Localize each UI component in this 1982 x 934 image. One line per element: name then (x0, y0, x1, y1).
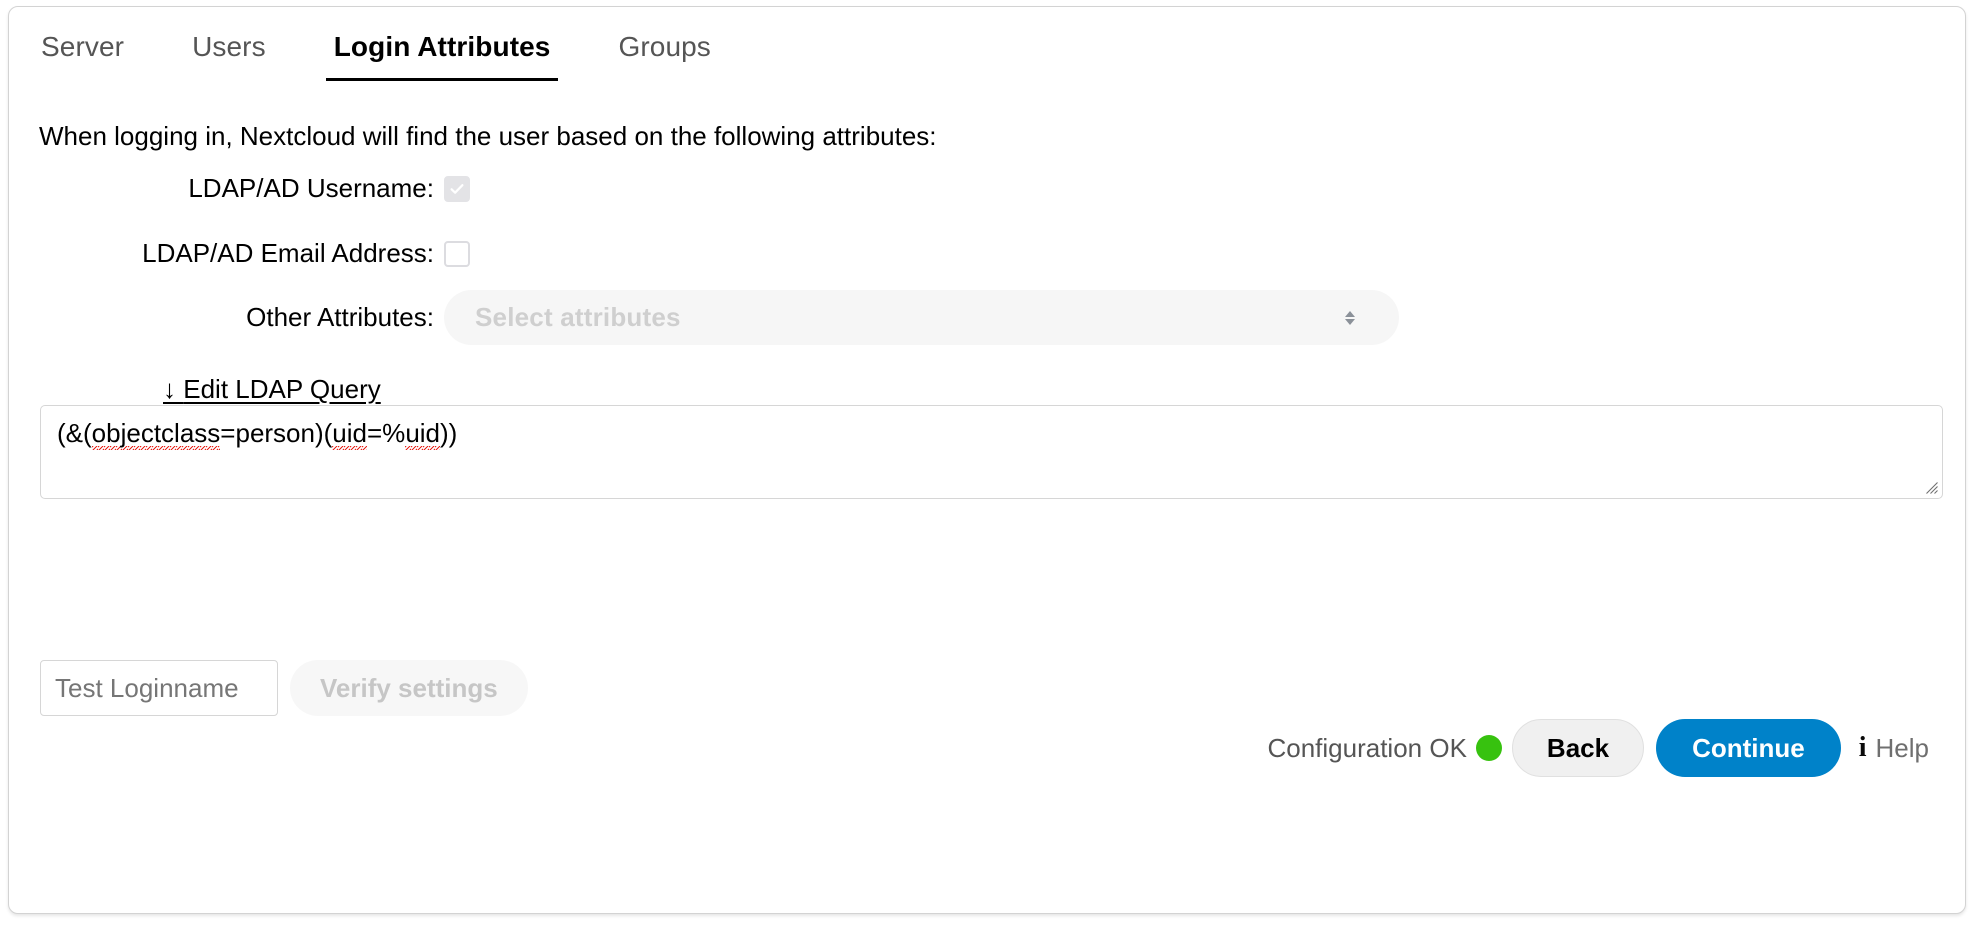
row-ldap-username: LDAP/AD Username: (9, 173, 470, 204)
continue-button[interactable]: Continue (1656, 719, 1841, 777)
resize-grip-icon[interactable] (1923, 479, 1939, 495)
wizard-footer: Configuration OK Back Continue i Help (1267, 719, 1929, 777)
other-attributes-select[interactable]: Select attributes (444, 290, 1399, 345)
edit-ldap-query-link[interactable]: ↓ Edit LDAP Query (163, 374, 381, 405)
intro-text: When logging in, Nextcloud will find the… (39, 121, 937, 152)
ldap-query-field-wrapper: (&(objectclass=person)(uid=%uid)) (40, 405, 1943, 499)
tab-server-label: Server (41, 31, 124, 62)
tab-server[interactable]: Server (41, 7, 124, 81)
test-login-row: Verify settings (40, 660, 528, 716)
ldap-username-label: LDAP/AD Username: (9, 173, 444, 204)
test-loginname-input[interactable] (40, 660, 278, 716)
ldap-wizard-panel: Server Users Login Attributes Groups Whe… (8, 6, 1966, 914)
row-ldap-email: LDAP/AD Email Address: (9, 238, 470, 269)
ldap-username-checkbox[interactable] (444, 176, 470, 202)
ldap-email-checkbox[interactable] (444, 241, 470, 267)
chevron-updown-icon (1345, 311, 1355, 325)
tab-groups-label: Groups (618, 31, 710, 62)
tab-login-attributes[interactable]: Login Attributes (334, 7, 551, 81)
verify-settings-button[interactable]: Verify settings (290, 660, 528, 716)
ldap-query-textarea[interactable]: (&(objectclass=person)(uid=%uid)) (40, 405, 1943, 499)
tab-groups[interactable]: Groups (618, 7, 710, 81)
edit-ldap-query-label: Edit LDAP Query (183, 374, 381, 404)
help-link[interactable]: i Help (1859, 733, 1929, 764)
back-button[interactable]: Back (1512, 719, 1644, 777)
tab-users[interactable]: Users (192, 7, 266, 81)
ldap-query-value: (&(objectclass=person)(uid=%uid)) (57, 418, 457, 450)
arrow-down-icon: ↓ (163, 374, 176, 404)
row-other-attributes: Other Attributes: Select attributes (9, 290, 1399, 345)
login-attributes-content: When logging in, Nextcloud will find the… (9, 85, 1965, 913)
other-attributes-label: Other Attributes: (9, 302, 444, 333)
help-label: Help (1876, 733, 1929, 764)
status-indicator-dot (1476, 735, 1502, 761)
tab-bar: Server Users Login Attributes Groups (9, 7, 745, 85)
tab-login-attributes-label: Login Attributes (334, 31, 551, 62)
ldap-email-label: LDAP/AD Email Address: (9, 238, 444, 269)
tab-users-label: Users (192, 31, 266, 62)
configuration-status-text: Configuration OK (1267, 733, 1466, 764)
info-icon: i (1859, 734, 1867, 762)
other-attributes-placeholder: Select attributes (444, 302, 681, 333)
